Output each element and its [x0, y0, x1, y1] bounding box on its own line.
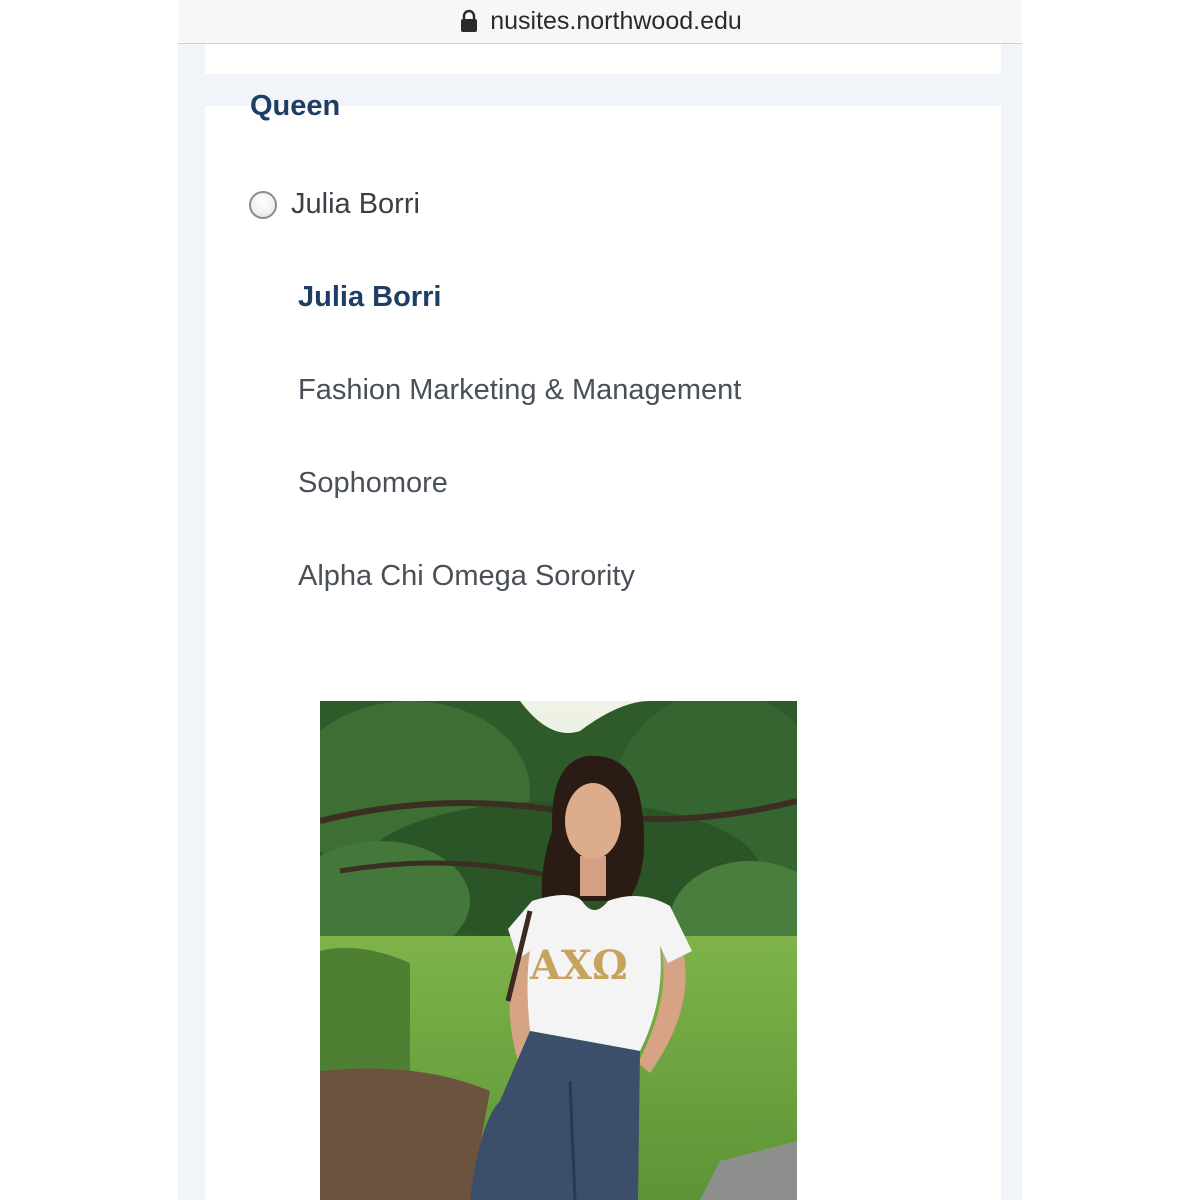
- candidate-name: Julia Borri: [298, 281, 442, 313]
- candidate-photo: ΑΧΩ: [320, 701, 797, 1200]
- radio-button[interactable]: [249, 190, 277, 219]
- radio-label[interactable]: Julia Borri: [291, 188, 420, 221]
- candidate-major: Fashion Marketing & Management: [298, 374, 742, 406]
- shirt-letters: ΑΧΩ: [529, 942, 628, 989]
- section-title: Queen: [250, 90, 341, 122]
- address-bar[interactable]: nusites.northwood.edu: [178, 0, 1022, 44]
- candidate-option[interactable]: Julia Borri: [249, 188, 420, 221]
- candidate-class-year: Sophomore: [298, 467, 448, 499]
- previous-card-bottom: [205, 44, 1001, 74]
- candidate-organization: Alpha Chi Omega Sorority: [298, 560, 635, 592]
- lock-icon: [458, 9, 480, 33]
- url-text: nusites.northwood.edu: [490, 7, 742, 35]
